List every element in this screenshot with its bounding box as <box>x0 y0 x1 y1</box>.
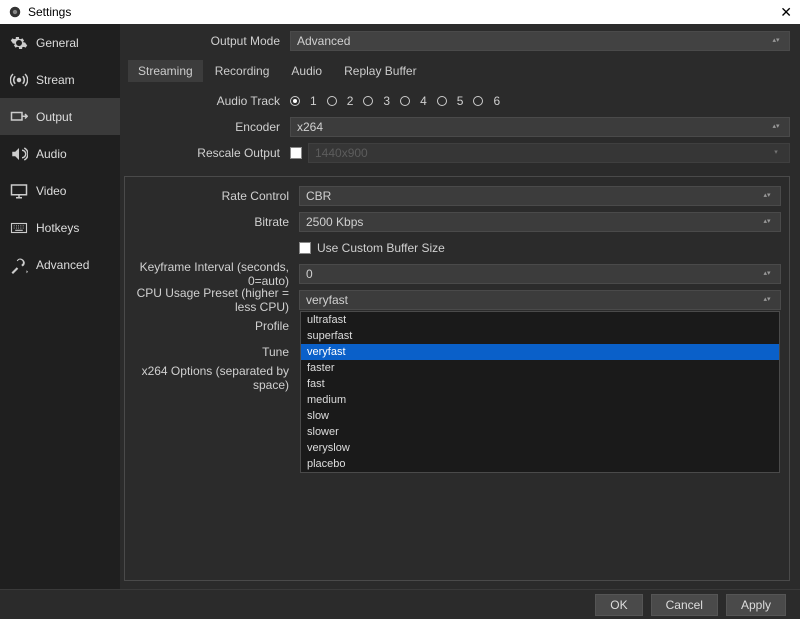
sidebar-item-video[interactable]: Video <box>0 172 120 209</box>
output-tabs: Streaming Recording Audio Replay Buffer <box>128 60 790 82</box>
sidebar-item-label: Hotkeys <box>36 221 79 235</box>
sidebar-item-audio[interactable]: Audio <box>0 135 120 172</box>
audio-track-radio-5[interactable] <box>437 96 447 106</box>
upper-group: Audio Track 1 2 3 4 5 6 Encoder x264 ▴▾ <box>124 86 790 172</box>
chevron-updown-icon: ▴▾ <box>760 297 774 303</box>
output-mode-label: Output Mode <box>124 34 284 48</box>
keyframe-input[interactable]: 0 ▴▾ <box>299 264 781 284</box>
sidebar-item-hotkeys[interactable]: Hotkeys <box>0 209 120 246</box>
rescale-checkbox[interactable] <box>290 147 302 159</box>
keyframe-value: 0 <box>306 267 313 281</box>
rescale-label: Rescale Output <box>124 146 284 160</box>
chevron-updown-icon: ▴▾ <box>769 124 783 130</box>
audio-track-num: 1 <box>310 94 317 108</box>
encoder-label: Encoder <box>124 120 284 134</box>
preset-option-faster[interactable]: faster <box>301 360 779 376</box>
sidebar: General Stream Output Audio Video Hotkey… <box>0 24 120 589</box>
rescale-select[interactable]: 1440x900 ▾ <box>308 143 790 163</box>
preset-option-medium[interactable]: medium <box>301 392 779 408</box>
preset-option-slow[interactable]: slow <box>301 408 779 424</box>
custom-buffer-label: Use Custom Buffer Size <box>317 241 445 255</box>
audio-track-num: 2 <box>347 94 354 108</box>
preset-option-ultrafast[interactable]: ultrafast <box>301 312 779 328</box>
x264-options-label: x264 Options (separated by space) <box>133 364 293 392</box>
sidebar-item-label: Audio <box>36 147 67 161</box>
bitrate-value: 2500 Kbps <box>306 215 363 229</box>
audio-track-label: Audio Track <box>124 94 284 108</box>
encoder-select[interactable]: x264 ▴▾ <box>290 117 790 137</box>
tab-audio[interactable]: Audio <box>281 60 332 82</box>
audio-track-radio-3[interactable] <box>363 96 373 106</box>
custom-buffer-checkbox[interactable] <box>299 242 311 254</box>
main-panel: Output Mode Advanced ▴▾ Streaming Record… <box>120 24 800 589</box>
sidebar-item-advanced[interactable]: Advanced <box>0 246 120 283</box>
preset-option-veryfast[interactable]: veryfast <box>301 344 779 360</box>
audio-track-radio-2[interactable] <box>327 96 337 106</box>
audio-track-group: 1 2 3 4 5 6 <box>290 94 500 108</box>
spinner-icon[interactable]: ▴▾ <box>760 219 774 225</box>
tab-streaming[interactable]: Streaming <box>128 60 203 82</box>
monitor-icon <box>10 182 28 200</box>
tab-recording[interactable]: Recording <box>205 60 280 82</box>
audio-track-num: 5 <box>457 94 464 108</box>
cpu-preset-value: veryfast <box>306 293 348 307</box>
output-mode-select[interactable]: Advanced ▴▾ <box>290 31 790 51</box>
keyboard-icon <box>10 219 28 237</box>
output-mode-value: Advanced <box>297 34 350 48</box>
audio-track-radio-4[interactable] <box>400 96 410 106</box>
spinner-icon[interactable]: ▴▾ <box>760 271 774 277</box>
cpu-preset-label: CPU Usage Preset (higher = less CPU) <box>133 286 293 314</box>
bitrate-input[interactable]: 2500 Kbps ▴▾ <box>299 212 781 232</box>
encoder-value: x264 <box>297 120 323 134</box>
broadcast-icon <box>10 71 28 89</box>
preset-option-veryslow[interactable]: veryslow <box>301 440 779 456</box>
rate-control-select[interactable]: CBR ▴▾ <box>299 186 781 206</box>
cancel-button[interactable]: Cancel <box>651 594 718 616</box>
sidebar-item-output[interactable]: Output <box>0 98 120 135</box>
ok-button[interactable]: OK <box>595 594 642 616</box>
window-title: Settings <box>28 5 780 19</box>
sidebar-item-label: Stream <box>36 73 75 87</box>
profile-label: Profile <box>133 319 293 333</box>
sidebar-item-label: General <box>36 36 79 50</box>
audio-track-radio-6[interactable] <box>473 96 483 106</box>
audio-track-num: 3 <box>383 94 390 108</box>
audio-track-num: 4 <box>420 94 427 108</box>
rate-control-value: CBR <box>306 189 331 203</box>
audio-track-radio-1[interactable] <box>290 96 300 106</box>
preset-option-fast[interactable]: fast <box>301 376 779 392</box>
app-icon <box>8 5 22 19</box>
chevron-updown-icon: ▴▾ <box>760 193 774 199</box>
cpu-preset-select[interactable]: veryfast ▴▾ ultrafast superfast veryfast… <box>299 290 781 310</box>
apply-button[interactable]: Apply <box>726 594 786 616</box>
bitrate-label: Bitrate <box>133 215 293 229</box>
close-icon[interactable]: ✕ <box>780 4 792 21</box>
cpu-preset-dropdown: ultrafast superfast veryfast faster fast… <box>300 311 780 473</box>
chevron-down-icon: ▾ <box>769 150 783 156</box>
footer-buttons: OK Cancel Apply <box>0 589 800 619</box>
sidebar-item-label: Output <box>36 110 72 124</box>
sidebar-item-stream[interactable]: Stream <box>0 61 120 98</box>
gear-icon <box>10 34 28 52</box>
sidebar-item-label: Video <box>36 184 66 198</box>
sidebar-item-general[interactable]: General <box>0 24 120 61</box>
tab-replay-buffer[interactable]: Replay Buffer <box>334 60 427 82</box>
preset-option-slower[interactable]: slower <box>301 424 779 440</box>
tune-label: Tune <box>133 345 293 359</box>
tools-icon <box>10 256 28 274</box>
chevron-updown-icon: ▴▾ <box>769 38 783 44</box>
audio-track-num: 6 <box>493 94 500 108</box>
preset-option-superfast[interactable]: superfast <box>301 328 779 344</box>
output-icon <box>10 108 28 126</box>
rate-control-label: Rate Control <box>133 189 293 203</box>
titlebar: Settings ✕ <box>0 0 800 24</box>
preset-option-placebo[interactable]: placebo <box>301 456 779 472</box>
encoder-settings-panel: Rate Control CBR ▴▾ Bitrate 2500 Kbps ▴▾… <box>124 176 790 581</box>
sidebar-item-label: Advanced <box>36 258 89 272</box>
rescale-placeholder: 1440x900 <box>315 146 368 160</box>
keyframe-label: Keyframe Interval (seconds, 0=auto) <box>133 260 293 288</box>
speaker-icon <box>10 145 28 163</box>
